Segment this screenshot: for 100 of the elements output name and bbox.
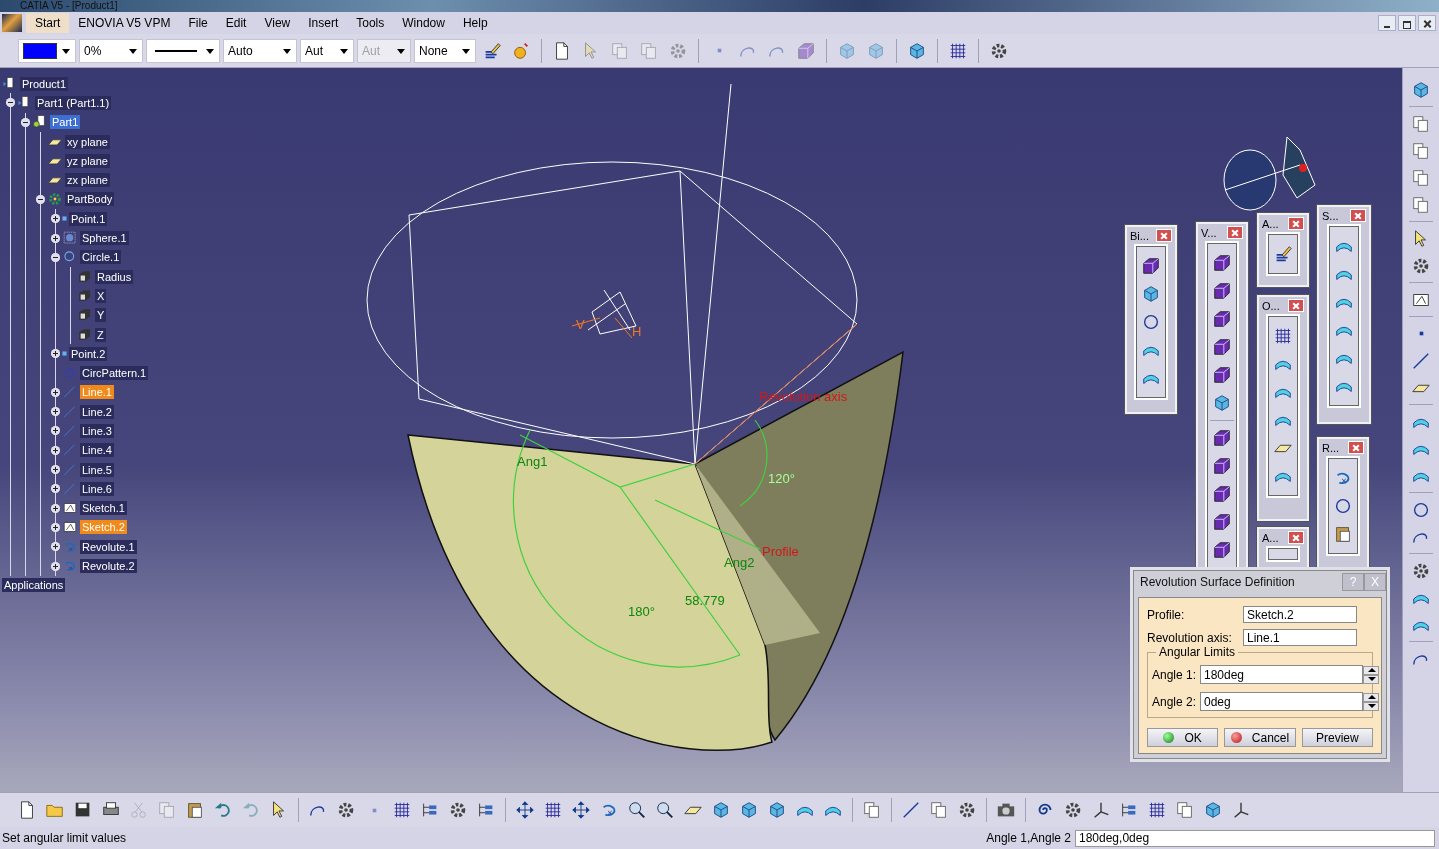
toolbar-title: Bi... bbox=[1130, 229, 1149, 242]
input-field[interactable]: 180deg bbox=[1200, 665, 1363, 684]
cube-icon bbox=[767, 800, 787, 820]
axis-icon bbox=[1231, 800, 1251, 820]
tree-item[interactable]: Applications bbox=[2, 578, 66, 593]
ball-icon bbox=[1163, 732, 1175, 743]
tree-item[interactable]: Radius bbox=[95, 269, 134, 284]
copy-icon bbox=[1175, 800, 1195, 820]
input-field[interactable]: 0deg bbox=[1200, 692, 1363, 711]
input-field[interactable]: 180deg,0deg bbox=[1075, 829, 1435, 847]
block-icon bbox=[1212, 309, 1232, 329]
magnifier-icon bbox=[627, 800, 647, 820]
collapse-icon[interactable] bbox=[6, 98, 15, 108]
clipboard-icon bbox=[1333, 524, 1353, 544]
preview-button[interactable]: Preview bbox=[1301, 728, 1373, 747]
menu-item[interactable]: Edit bbox=[216, 13, 256, 33]
tree-item[interactable]: zx plane bbox=[65, 173, 110, 188]
axis-letter: H bbox=[632, 324, 642, 339]
gear-icon bbox=[448, 800, 468, 820]
tree-item[interactable]: Line.4 bbox=[80, 443, 114, 458]
expand-icon[interactable] bbox=[51, 484, 60, 494]
expand-icon[interactable] bbox=[51, 561, 60, 571]
gear-icon bbox=[47, 191, 63, 208]
cube-icon bbox=[1212, 393, 1232, 413]
toolbar-title: S... bbox=[1322, 209, 1339, 222]
block-icon bbox=[1212, 456, 1232, 476]
dropdown[interactable]: 0% bbox=[79, 38, 143, 63]
expand-icon[interactable] bbox=[51, 465, 60, 475]
tree-item[interactable]: CircPattern.1 bbox=[80, 366, 149, 381]
ok-button[interactable]: OK bbox=[1147, 728, 1219, 747]
minimize-button[interactable] bbox=[1378, 15, 1396, 31]
spin-down-button[interactable] bbox=[1363, 674, 1379, 684]
tree-item[interactable]: Line.5 bbox=[80, 462, 114, 477]
tree-item[interactable]: Line.6 bbox=[80, 481, 114, 496]
menu-item[interactable]: View bbox=[255, 13, 300, 33]
menu-item[interactable]: ENOVIA V5 VPM bbox=[69, 13, 180, 33]
collapse-icon[interactable] bbox=[51, 252, 60, 262]
tree-item[interactable]: yz plane bbox=[65, 153, 110, 168]
tree-item[interactable]: Point.2 bbox=[69, 346, 108, 361]
collapse-icon[interactable] bbox=[21, 117, 30, 127]
spin-up-button[interactable] bbox=[1363, 692, 1379, 702]
block-icon bbox=[1212, 365, 1232, 385]
tree-item[interactable]: Revolute.1 bbox=[80, 539, 137, 554]
cube-icon bbox=[77, 326, 93, 343]
copy-icon bbox=[862, 800, 882, 820]
dropdown[interactable]: Aut bbox=[300, 38, 354, 63]
expand-icon[interactable] bbox=[51, 407, 60, 417]
expand-icon[interactable] bbox=[51, 503, 60, 513]
expand-icon[interactable] bbox=[51, 542, 60, 552]
dropdown[interactable]: None bbox=[414, 38, 476, 63]
expand-icon[interactable] bbox=[51, 233, 60, 243]
tree-item[interactable]: X bbox=[95, 288, 107, 303]
collapse-icon[interactable] bbox=[36, 194, 45, 204]
undo-icon bbox=[241, 800, 261, 820]
dropdown[interactable]: Auto bbox=[223, 38, 297, 63]
expand-icon[interactable] bbox=[51, 214, 60, 224]
expand-icon[interactable] bbox=[51, 387, 60, 397]
spin-up-button[interactable] bbox=[1363, 665, 1379, 675]
tree-item[interactable]: xy plane bbox=[65, 134, 110, 149]
tree-item[interactable]: Product1 bbox=[20, 76, 69, 91]
tree-item[interactable]: Y bbox=[95, 308, 107, 323]
cube-icon bbox=[739, 800, 759, 820]
tree-item[interactable]: Sphere.1 bbox=[80, 231, 129, 245]
field-label: Angle 2: bbox=[1152, 694, 1198, 709]
spin-down-button[interactable] bbox=[1363, 701, 1379, 711]
cancel-button[interactable]: Cancel bbox=[1224, 728, 1296, 747]
restore-button[interactable] bbox=[1398, 15, 1416, 31]
tree-item[interactable]: Point.1 bbox=[69, 211, 108, 226]
color-dropdown[interactable] bbox=[18, 38, 76, 63]
expand-icon[interactable] bbox=[51, 349, 60, 359]
geometry-label: Profile bbox=[762, 544, 799, 559]
tree-item[interactable]: Sketch.1 bbox=[80, 501, 127, 516]
close-button[interactable] bbox=[1418, 15, 1436, 31]
toolbar-title: R... bbox=[1322, 441, 1340, 454]
cube-icon bbox=[77, 287, 93, 304]
tree-item[interactable]: Line.2 bbox=[80, 404, 114, 419]
expand-icon[interactable] bbox=[51, 445, 60, 455]
move-icon bbox=[515, 800, 535, 820]
tree-item[interactable]: Circle.1 bbox=[80, 250, 122, 265]
tree-item[interactable]: Revolute.2 bbox=[80, 559, 137, 574]
tree-item[interactable]: Line.3 bbox=[80, 424, 114, 438]
input-field[interactable]: Line.1 bbox=[1243, 629, 1357, 646]
block-icon bbox=[796, 40, 816, 61]
copy-icon bbox=[1411, 167, 1431, 188]
input-field[interactable]: Sketch.2 bbox=[1243, 606, 1357, 623]
expand-icon[interactable] bbox=[51, 426, 60, 436]
menu-item[interactable]: File bbox=[179, 13, 217, 33]
tree-item[interactable]: Part1 (Part1.1) bbox=[35, 95, 112, 110]
tree-item[interactable]: PartBody bbox=[65, 192, 115, 207]
menu-item[interactable]: Window bbox=[393, 13, 454, 33]
menu-item[interactable]: Start bbox=[26, 13, 70, 33]
menu-item[interactable]: Help bbox=[453, 13, 497, 33]
menu-item[interactable]: Tools bbox=[347, 13, 394, 33]
grid-icon bbox=[1273, 326, 1293, 346]
grid-icon bbox=[543, 800, 563, 820]
menu-item[interactable]: Insert bbox=[299, 13, 348, 33]
tree-item[interactable]: Part1 bbox=[50, 115, 81, 130]
expand-icon[interactable] bbox=[51, 522, 60, 532]
line-type-dropdown[interactable] bbox=[146, 38, 220, 63]
tree-item[interactable]: Z bbox=[95, 327, 106, 342]
